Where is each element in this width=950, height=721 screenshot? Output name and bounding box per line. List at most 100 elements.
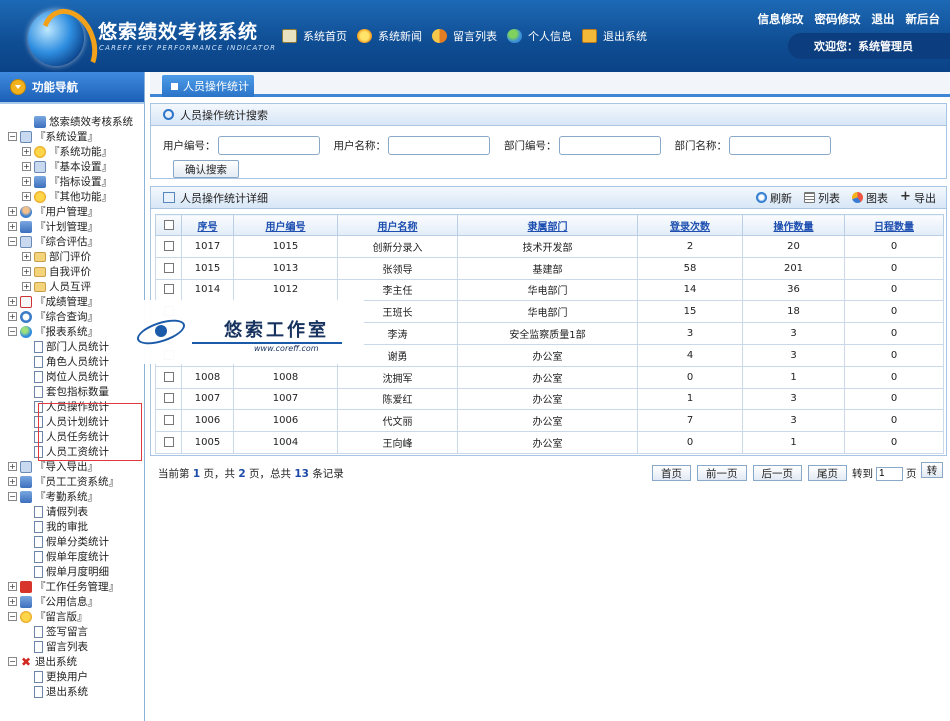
collapse-icon[interactable]: − xyxy=(8,612,17,621)
tree-item[interactable]: + 人员互评 xyxy=(8,279,145,294)
last-page-button[interactable]: 尾页 xyxy=(808,465,847,481)
tree-item[interactable]: 退出系统 xyxy=(8,684,145,699)
tree-item[interactable]: + 『成绩管理』 xyxy=(8,294,145,309)
tree-item[interactable]: + 『导入导出』 xyxy=(8,459,145,474)
doc-icon xyxy=(34,625,43,638)
first-page-button[interactable]: 首页 xyxy=(652,465,691,481)
collapse-icon[interactable]: − xyxy=(8,327,17,336)
tree-item[interactable]: + 『指标设置』 xyxy=(8,174,145,189)
dept-name-input[interactable] xyxy=(729,136,831,155)
tree-item[interactable]: 假单年度统计 xyxy=(8,549,145,564)
next-page-button[interactable]: 后一页 xyxy=(752,465,802,481)
goto-page-input[interactable] xyxy=(876,466,903,481)
expand-icon[interactable]: + xyxy=(22,282,31,291)
tree-item[interactable]: − 『报表系统』 xyxy=(8,324,145,339)
expand-icon[interactable]: + xyxy=(8,312,17,321)
expand-icon[interactable]: + xyxy=(8,207,17,216)
expand-icon[interactable]: + xyxy=(22,162,31,171)
nav-home[interactable]: 系统首页 xyxy=(282,28,347,44)
expand-icon[interactable]: + xyxy=(22,192,31,201)
nav-news[interactable]: 系统新闻 xyxy=(357,28,422,44)
tree-item[interactable]: − ✖ 退出系统 xyxy=(8,654,145,669)
tree-item[interactable]: 假单月度明细 xyxy=(8,564,145,579)
tree-item[interactable]: + 『用户管理』 xyxy=(8,204,145,219)
expand-icon[interactable]: + xyxy=(8,477,17,486)
tree-item[interactable]: + 『其他功能』 xyxy=(8,189,145,204)
expand-icon[interactable]: + xyxy=(8,582,17,591)
expand-icon[interactable]: + xyxy=(8,597,17,606)
nav-profile[interactable]: 个人信息 xyxy=(507,28,572,44)
collapse-icon[interactable]: − xyxy=(8,132,17,141)
tree-item[interactable]: + 『工作任务管理』 xyxy=(8,579,145,594)
tree-item[interactable]: − 『考勤系统』 xyxy=(8,489,145,504)
new-admin-link[interactable]: 新后台 xyxy=(906,11,941,27)
row-checkbox[interactable] xyxy=(163,415,174,426)
tab-operation-stats[interactable]: 人员操作统计 xyxy=(162,75,254,97)
expand-icon[interactable]: + xyxy=(8,297,17,306)
tree-item[interactable]: 岗位人员统计 xyxy=(8,369,145,384)
col-seq[interactable]: 序号 xyxy=(181,214,234,236)
tree-item[interactable]: − 『综合评估』 xyxy=(8,234,145,249)
user-id-input[interactable] xyxy=(217,136,320,155)
goto-button[interactable]: 转 xyxy=(921,462,943,478)
expand-icon[interactable]: + xyxy=(8,462,17,471)
tree-item[interactable]: + 部门评价 xyxy=(8,249,145,264)
collapse-icon[interactable]: − xyxy=(8,492,17,501)
col-department[interactable]: 隶属部门 xyxy=(457,214,638,236)
nav-messages[interactable]: 留言列表 xyxy=(432,28,497,44)
refresh-button[interactable]: 刷新 xyxy=(756,190,792,206)
expand-icon[interactable]: + xyxy=(22,252,31,261)
tree-item[interactable]: 角色人员统计 xyxy=(8,354,145,369)
col-schedule-count[interactable]: 日程数量 xyxy=(844,214,944,236)
tree-item[interactable]: 部门人员统计 xyxy=(8,339,145,354)
row-checkbox[interactable] xyxy=(163,262,174,273)
col-user-name[interactable]: 用户名称 xyxy=(337,214,458,236)
col-login-count[interactable]: 登录次数 xyxy=(637,214,743,236)
tree-item[interactable]: + 『基本设置』 xyxy=(8,159,145,174)
tree-item[interactable]: + 『计划管理』 xyxy=(8,219,145,234)
expand-icon[interactable]: + xyxy=(22,147,31,156)
chevron-down-icon[interactable] xyxy=(10,79,26,95)
tree-item[interactable]: + 自我评价 xyxy=(8,264,145,279)
row-checkbox[interactable] xyxy=(163,437,174,448)
tree-item[interactable]: + 『员工工资系统』 xyxy=(8,474,145,489)
tree-item[interactable]: 假单分类统计 xyxy=(8,534,145,549)
dept-id-input[interactable] xyxy=(558,136,661,155)
tree-item[interactable]: + 『公用信息』 xyxy=(8,594,145,609)
export-button[interactable]: 导出 xyxy=(900,189,936,206)
expand-icon[interactable]: + xyxy=(22,267,31,276)
tree-item[interactable]: 更换用户 xyxy=(8,669,145,684)
tree-item[interactable]: 悠索绩效考核系统 xyxy=(8,114,145,129)
tree-item[interactable]: 套包指标数量 xyxy=(8,384,145,399)
tree-item[interactable]: + 『系统功能』 xyxy=(8,144,145,159)
nav-logout[interactable]: 退出系统 xyxy=(582,28,647,44)
logout-link[interactable]: 退出 xyxy=(872,11,895,27)
expand-icon[interactable]: + xyxy=(22,177,31,186)
tree-item[interactable]: 签写留言 xyxy=(8,624,145,639)
expand-icon[interactable]: + xyxy=(8,222,17,231)
tree-item[interactable]: 我的审批 xyxy=(8,519,145,534)
user-name-input[interactable] xyxy=(388,136,490,155)
row-checkbox[interactable] xyxy=(163,371,174,382)
tree-item[interactable]: 留言列表 xyxy=(8,639,145,654)
row-checkbox[interactable] xyxy=(163,240,174,251)
tree-item[interactable]: − 『留言版』 xyxy=(8,609,145,624)
search-panel: 人员操作统计搜索 用户编号： 用户名称： 部门编号： 部门名称： 确认搜索 xyxy=(150,103,947,179)
search-button[interactable]: 确认搜索 xyxy=(173,160,239,178)
tree-item[interactable]: 请假列表 xyxy=(8,504,145,519)
change-password-link[interactable]: 密码修改 xyxy=(815,11,861,27)
row-checkbox[interactable] xyxy=(163,284,174,295)
col-user-id[interactable]: 用户编号 xyxy=(233,214,338,236)
prev-page-button[interactable]: 前一页 xyxy=(697,465,747,481)
chart-button[interactable]: 图表 xyxy=(852,190,888,206)
row-checkbox[interactable] xyxy=(163,393,174,404)
list-button[interactable]: 列表 xyxy=(804,190,840,206)
edit-info-link[interactable]: 信息修改 xyxy=(758,11,804,27)
tree-item[interactable]: + 『综合查询』 xyxy=(8,309,145,324)
table-cell: 0 xyxy=(637,431,743,454)
collapse-icon[interactable]: − xyxy=(8,237,17,246)
col-operation-count[interactable]: 操作数量 xyxy=(742,214,845,236)
select-all-checkbox[interactable] xyxy=(163,219,174,230)
tree-item[interactable]: − 『系统设置』 xyxy=(8,129,145,144)
collapse-icon[interactable]: − xyxy=(8,657,17,666)
